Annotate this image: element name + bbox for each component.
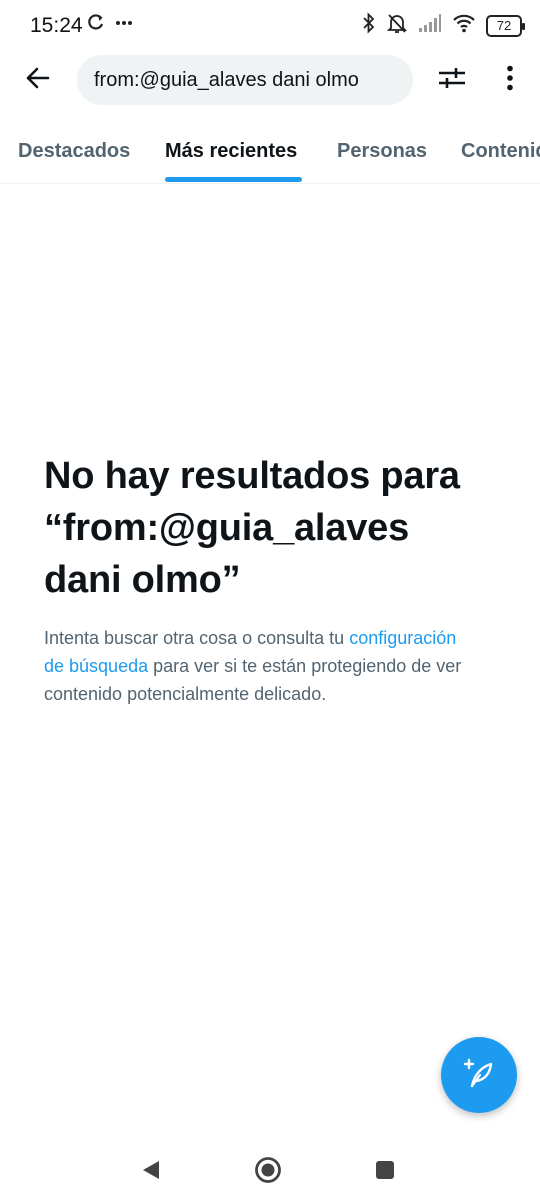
bluetooth-icon	[362, 12, 376, 39]
empty-state-title: No hay resultados para “from:@guia_alave…	[44, 455, 460, 601]
signal-icon	[418, 13, 442, 38]
nav-recents-button[interactable]	[365, 1152, 405, 1192]
back-button[interactable]	[18, 60, 58, 100]
empty-state-body: Intenta buscar otra cosa o consulta tu c…	[44, 624, 464, 708]
nav-home-button[interactable]	[248, 1152, 288, 1192]
nav-back-button[interactable]	[131, 1152, 171, 1192]
active-tab-indicator	[165, 177, 302, 182]
more-notifications-icon	[114, 12, 134, 37]
system-nav-bar	[0, 1140, 540, 1200]
sync-icon	[86, 12, 106, 37]
search-query-text: from:@guia_alaves dani olmo	[94, 68, 359, 91]
compose-button[interactable]	[441, 1037, 517, 1113]
status-time: 15:24	[30, 14, 83, 37]
search-filters-button[interactable]	[430, 60, 474, 100]
search-tabs: Destacados Más recientes Personas Conten…	[0, 122, 540, 184]
empty-state: No hay resultados para “from:@guia_alave…	[44, 450, 464, 708]
battery-icon: 72	[486, 14, 525, 37]
tab-contenido-multimedia[interactable]: Contenido multimedia	[461, 140, 540, 163]
status-bar: 15:24 72	[0, 0, 540, 52]
tab-destacados[interactable]: Destacados	[18, 140, 130, 163]
nav-home-icon	[254, 1156, 282, 1189]
search-input[interactable]: from:@guia_alaves dani olmo	[77, 55, 413, 105]
back-arrow-icon	[25, 65, 51, 96]
more-options-button[interactable]	[490, 60, 530, 100]
compose-post-icon	[461, 1055, 497, 1096]
wifi-icon	[452, 13, 476, 38]
muted-bell-icon	[386, 12, 408, 39]
more-vertical-icon	[506, 65, 514, 96]
tab-personas[interactable]: Personas	[337, 140, 427, 163]
nav-back-icon	[140, 1159, 162, 1186]
empty-state-text: Intenta buscar otra cosa o consulta tu	[44, 628, 350, 648]
filter-sliders-icon	[438, 65, 466, 96]
tab-mas-recientes[interactable]: Más recientes	[165, 140, 297, 163]
nav-recents-icon	[374, 1159, 396, 1186]
search-header: from:@guia_alaves dani olmo	[0, 52, 540, 108]
